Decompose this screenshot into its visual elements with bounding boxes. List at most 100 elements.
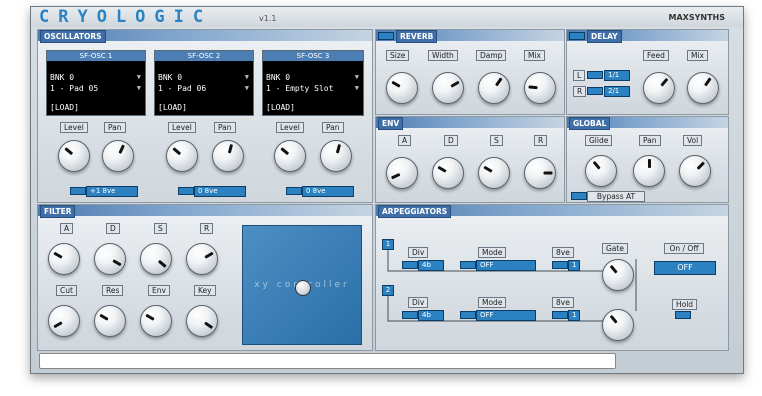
osc1-bank[interactable]: BNK 0 xyxy=(50,73,74,82)
osc1-display[interactable]: SF-OSC 1 BNK 0 ▼ 1 - Pad 05 ▼ [LOAD] xyxy=(46,50,146,116)
osc2-pan-knob[interactable] xyxy=(212,140,244,172)
delay-right-led[interactable] xyxy=(587,87,603,95)
env-decay-knob[interactable] xyxy=(432,157,464,189)
filter-decay-knob[interactable] xyxy=(94,243,126,275)
arp2-mode-led[interactable] xyxy=(460,311,476,319)
arp1-octave-value[interactable]: 1 xyxy=(568,260,580,271)
reverb-title: REVERB xyxy=(396,30,438,43)
arp-hold-led[interactable] xyxy=(675,311,691,319)
reverb-mix-knob[interactable] xyxy=(524,72,556,104)
osc1-bank-arrow-icon[interactable]: ▼ xyxy=(137,73,141,81)
arp1-octave-led[interactable] xyxy=(552,261,568,269)
arp1-mode-value[interactable]: OFF xyxy=(476,260,536,271)
global-bypass-led[interactable] xyxy=(571,192,587,200)
filter-title: FILTER xyxy=(40,205,76,218)
filter-key-label: Key xyxy=(194,285,216,296)
filter-attack-knob[interactable] xyxy=(48,243,80,275)
reverb-enable-led[interactable] xyxy=(378,32,394,40)
reverb-damp-label: Damp xyxy=(476,50,507,61)
env-release-knob[interactable] xyxy=(524,157,556,189)
arp2-div-value[interactable]: 4b xyxy=(418,310,444,321)
xy-controller[interactable]: xy controller xyxy=(242,225,362,345)
arp1-number-badge: 1 xyxy=(382,239,394,250)
delay-left-label: L xyxy=(573,70,586,81)
filter-env-knob[interactable] xyxy=(140,305,172,337)
arp-onoff-label: On / Off xyxy=(664,243,704,254)
filter-sustain-knob[interactable] xyxy=(140,243,172,275)
osc2-bank[interactable]: BNK 0 xyxy=(158,73,182,82)
delay-enable-led[interactable] xyxy=(569,32,585,40)
filter-release-label: R xyxy=(200,223,214,234)
arp-onoff-button[interactable]: OFF xyxy=(654,261,716,275)
delay-left-led[interactable] xyxy=(587,71,603,79)
reverb-width-knob[interactable] xyxy=(432,72,464,104)
delay-left-value[interactable]: 1/1 xyxy=(604,70,630,81)
osc3-bank[interactable]: BNK 0 xyxy=(266,73,290,82)
delay-header: DELAY xyxy=(567,30,728,43)
arp1-gate-knob[interactable] xyxy=(602,259,634,291)
delay-panel: DELAY Feed Mix L 1/1 R 2/1 xyxy=(566,29,729,115)
gate-label: Gate xyxy=(602,243,628,254)
reverb-header: REVERB xyxy=(376,30,564,43)
osc1-pan-knob[interactable] xyxy=(102,140,134,172)
osc1-octave-value[interactable]: +1 8ve xyxy=(86,186,138,197)
delay-mix-knob[interactable] xyxy=(687,72,719,104)
arp2-octave-value[interactable]: 1 xyxy=(568,310,580,321)
global-pan-knob[interactable] xyxy=(633,155,665,187)
osc2-octave-value[interactable]: 0 8ve xyxy=(194,186,246,197)
env-attack-knob[interactable] xyxy=(386,157,418,189)
osc1-patch-arrow-icon[interactable]: ▼ xyxy=(137,84,141,92)
osc2-level-knob[interactable] xyxy=(166,140,198,172)
osc3-patch-arrow-icon[interactable]: ▼ xyxy=(355,84,359,92)
delay-right-label: R xyxy=(573,86,587,97)
osc1-patch[interactable]: 1 - Pad 05 xyxy=(50,84,98,93)
title-bar: CRYOLOGIC v1.1 MAXSYNTHS xyxy=(31,7,743,27)
osc3-load[interactable]: [LOAD] xyxy=(266,103,295,112)
osc2-load[interactable]: [LOAD] xyxy=(158,103,187,112)
osc3-display[interactable]: SF-OSC 3 BNK 0 ▼ 1 - Empty Slot ▼ [LOAD] xyxy=(262,50,364,116)
global-header: GLOBAL xyxy=(567,117,728,130)
global-vol-knob[interactable] xyxy=(679,155,711,187)
global-panel: GLOBAL Glide Pan Vol Bypass AT xyxy=(566,116,729,203)
xy-puck[interactable] xyxy=(295,280,311,296)
osc3-pan-knob[interactable] xyxy=(320,140,352,172)
arp2-div-led[interactable] xyxy=(402,311,418,319)
arp2-div-label: Div xyxy=(408,297,429,308)
osc2-patch[interactable]: 1 - Pad 06 xyxy=(158,84,206,93)
osc3-octave-value[interactable]: 0 8ve xyxy=(302,186,354,197)
osc2-bank-arrow-icon[interactable]: ▼ xyxy=(245,73,249,81)
global-glide-knob[interactable] xyxy=(585,155,617,187)
filter-cutoff-knob[interactable] xyxy=(48,305,80,337)
reverb-size-knob[interactable] xyxy=(386,72,418,104)
delay-right-value[interactable]: 2/1 xyxy=(604,86,630,97)
global-bypass-label[interactable]: Bypass AT xyxy=(587,191,645,202)
arp1-mode-led[interactable] xyxy=(460,261,476,269)
filter-key-knob[interactable] xyxy=(186,305,218,337)
filter-release-knob[interactable] xyxy=(186,243,218,275)
osc3-octave-led[interactable] xyxy=(286,187,302,195)
reverb-damp-knob[interactable] xyxy=(478,72,510,104)
osc3-patch[interactable]: 1 - Empty Slot xyxy=(266,84,333,93)
env-panel: ENV A D S R xyxy=(375,116,565,203)
osc1-level-knob[interactable] xyxy=(58,140,90,172)
osc3-bank-arrow-icon[interactable]: ▼ xyxy=(355,73,359,81)
arp2-octave-led[interactable] xyxy=(552,311,568,319)
arp1-div-value[interactable]: 4b xyxy=(418,260,444,271)
env-sustain-knob[interactable] xyxy=(478,157,510,189)
delay-mix-label: Mix xyxy=(687,50,708,61)
osc2-display[interactable]: SF-OSC 2 BNK 0 ▼ 1 - Pad 06 ▼ [LOAD] xyxy=(154,50,254,116)
osc1-header: SF-OSC 1 xyxy=(47,51,145,61)
osc2-octave-led[interactable] xyxy=(178,187,194,195)
arp1-div-led[interactable] xyxy=(402,261,418,269)
arp2-mode-value[interactable]: OFF xyxy=(476,310,536,321)
osc3-level-knob[interactable] xyxy=(274,140,306,172)
delay-title: DELAY xyxy=(587,30,622,43)
delay-feed-knob[interactable] xyxy=(643,72,675,104)
arp-routing-lines xyxy=(387,241,637,322)
filter-resonance-knob[interactable] xyxy=(94,305,126,337)
osc1-octave-led[interactable] xyxy=(70,187,86,195)
status-bar xyxy=(39,353,616,369)
osc1-load[interactable]: [LOAD] xyxy=(50,103,79,112)
osc2-patch-arrow-icon[interactable]: ▼ xyxy=(245,84,249,92)
arp2-gate-knob[interactable] xyxy=(602,309,634,341)
